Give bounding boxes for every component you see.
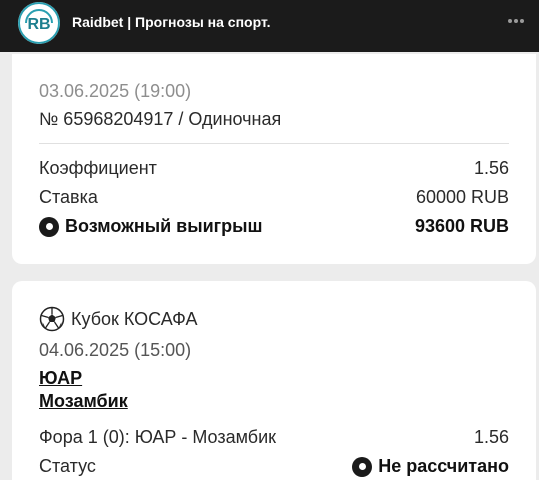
possible-win-value: 93600 RUB [414,216,509,236]
team1-link[interactable]: ЮАР [39,368,82,389]
coef-value: 1.56 [473,158,509,178]
radio-dot-icon [39,216,59,237]
radio-dot-icon [352,456,373,477]
market-label: Фора 1 (0): ЮАР - Мозамбик [39,427,277,447]
team2-link[interactable]: Мозамбик [39,391,128,412]
possible-win-label: Возможный выигрыш [65,216,263,236]
bet-summary-card: 03.06.2025 (19:00) № 65968204917 / Одино… [12,54,536,264]
more-dots-icon[interactable] [505,10,527,32]
coef-label: Коэффициент [39,158,157,178]
status-value: Не рассчитано [378,456,509,476]
event-card: Кубок КОСАФА 04.06.2025 (15:00) ЮАР Моза… [12,281,536,480]
stake-value: 60000 RUB [415,187,509,207]
event-date: 04.06.2025 (15:00) [39,340,192,360]
top-bar: RB Raidbet | Прогнозы на спорт. [0,0,539,52]
market-row: Фора 1 (0): ЮАР - Мозамбик 1.56 [39,427,509,448]
bet-number: № 65968204917 / Одиночная [39,109,282,129]
app-title: Raidbet | Прогнозы на спорт. [72,14,271,30]
market-value: 1.56 [473,427,509,447]
stake-label: Ставка [39,187,98,207]
status-label: Статус [39,456,96,476]
competition-name: Кубок КОСАФА [71,308,198,329]
status-row: Статус Не рассчитано [39,456,509,477]
stake-row: Ставка 60000 RUB [39,187,509,208]
divider [39,143,509,144]
soccer-ball-icon [39,306,65,332]
possible-win-row: Возможный выигрыш 93600 RUB [39,216,509,237]
logo-text: RB [27,16,50,33]
possible-win-label-wrap: Возможный выигрыш [39,216,263,237]
competition: Кубок КОСАФА [39,306,197,332]
status-value-wrap: Не рассчитано [352,456,509,477]
coef-row: Коэффициент 1.56 [39,158,509,179]
raidbet-logo-icon[interactable]: RB [18,2,60,44]
bet-date: 03.06.2025 (19:00) [39,81,192,101]
